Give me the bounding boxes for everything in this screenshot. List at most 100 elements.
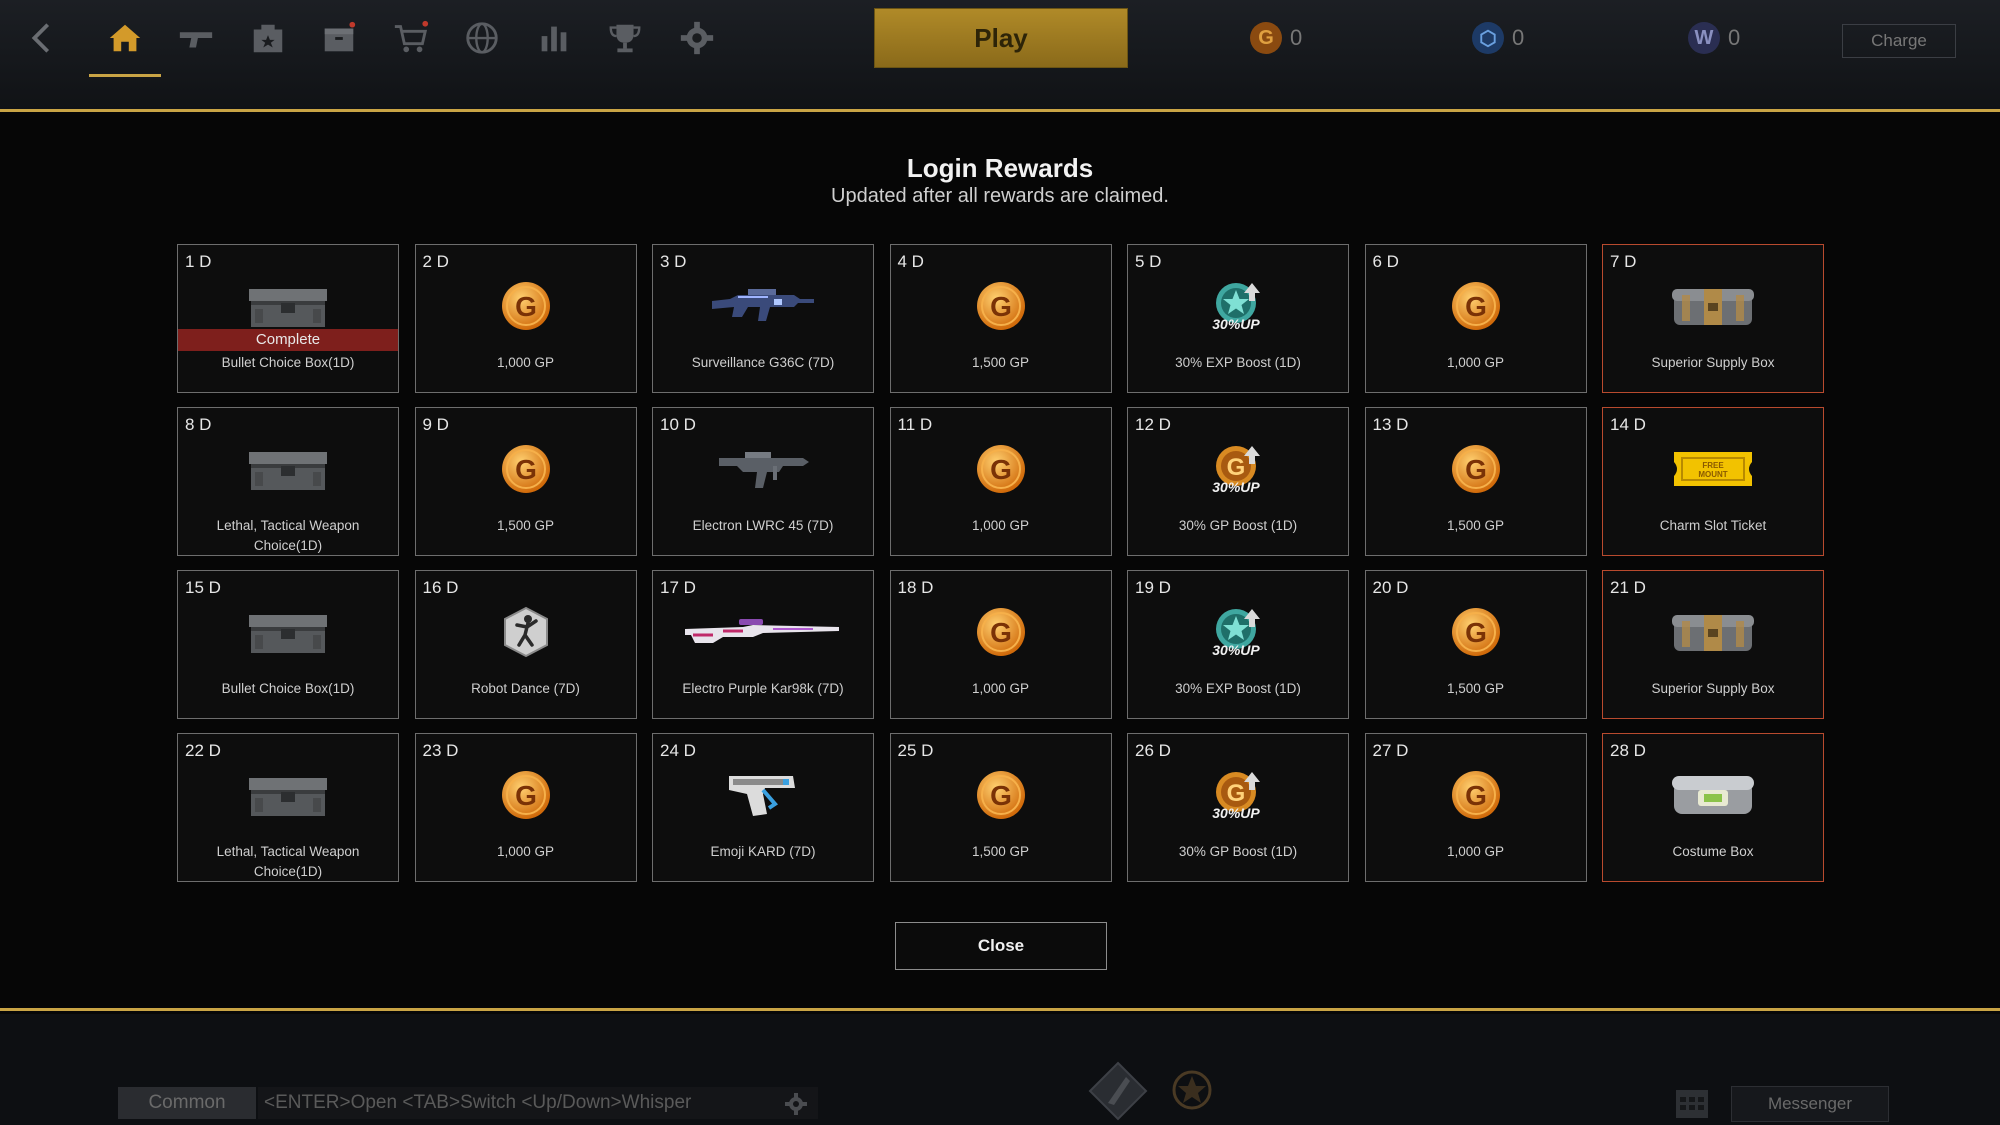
reward-card[interactable]: 26 D G 30%UP 30% GP Boost (1D) [1127,733,1349,882]
charge-button[interactable]: Charge [1842,24,1956,58]
chat-input[interactable]: <ENTER>Open <TAB>Switch <Up/Down>Whisper [258,1087,818,1119]
reward-label: Bullet Choice Box(1D) [221,355,355,370]
reward-label: Electron LWRC 45 (7D) [692,518,834,533]
reward-day: 20 D [1372,578,1409,597]
reward-card[interactable]: 3 D Surveillance G36C (7D) [652,244,874,393]
gp-coin-icon: G [416,279,636,333]
svg-text:G: G [515,780,537,811]
reward-day: 7 D [1610,252,1637,271]
gp-coin-icon: G [891,768,1111,822]
reward-card[interactable]: 5 D 30%UP 30% EXP Boost (1D) [1127,244,1349,393]
messenger-button[interactable]: Messenger [1731,1086,1889,1122]
reward-day: 26 D [1135,741,1171,760]
premium-currency-icon: ⬡ [1472,22,1504,54]
reward-card[interactable]: 15 D Bullet Choice Box(1D) [177,570,399,719]
clan-emblem-icon[interactable] [1086,1059,1150,1123]
reward-day: 4 D [897,252,924,271]
reward-label: Surveillance G36C (7D) [691,355,835,370]
reward-label: 30% GP Boost (1D) [1178,518,1298,533]
gp-coin-icon: G [416,768,636,822]
reward-card[interactable]: 7 D Superior Supply Box [1602,244,1824,393]
reward-card[interactable]: 21 D Superior Supply Box [1602,570,1824,719]
reward-card[interactable]: 23 D G 1,000 GP [414,733,637,882]
play-button[interactable]: Play [874,8,1128,68]
gp-coin-icon: G [416,442,636,496]
reward-day: 11 D [897,415,933,434]
inventory-icon[interactable] [315,14,363,62]
back-icon[interactable] [18,14,66,62]
w-currency: W 0 [1688,18,1740,58]
reward-day: 9 D [422,415,449,434]
reward-label: 1,500 GP [496,518,555,533]
reward-day: 25 D [897,741,934,760]
home-icon[interactable] [89,14,161,77]
reward-card[interactable]: 4 D G 1,500 GP [889,244,1112,393]
reward-label: Costume Box [1672,844,1754,859]
gear-icon[interactable] [673,14,721,62]
reward-label: 1,500 GP [971,355,1030,370]
reward-day: 15 D [185,578,221,597]
reward-card[interactable]: 18 D G 1,000 GP [889,570,1112,719]
trophy-icon[interactable] [601,14,649,62]
reward-card[interactable]: 11 D G 1,000 GP [889,407,1112,556]
pistol-icon [653,768,873,822]
reward-card[interactable]: 12 D G 30%UP 30% GP Boost (1D) [1127,407,1349,556]
chat-settings-icon[interactable] [784,1092,808,1116]
svg-text:MOUNT: MOUNT [1698,470,1727,479]
reward-label: 30% GP Boost (1D) [1178,844,1298,859]
reward-card[interactable]: 24 D Emoji KARD (7D) [652,733,874,882]
reward-card[interactable]: 6 D G 1,000 GP [1364,244,1587,393]
reward-card[interactable]: 2 D G 1,000 GP [414,244,637,393]
reward-card[interactable]: 25 D G 1,500 GP [889,733,1112,882]
reward-day: 22 D [185,741,221,760]
reward-day: 1 D [185,252,212,271]
reward-card[interactable]: 19 D 30%UP 30% EXP Boost (1D) [1127,570,1349,719]
supply-box-icon [1603,279,1823,333]
reward-card[interactable]: 17 D Electro Purple Kar98k (7D) [652,570,874,719]
bottom-bar: Common <ENTER>Open <TAB>Switch <Up/Down>… [0,1014,2000,1125]
calendar-icon[interactable] [1674,1086,1710,1120]
ticket-icon: FREE MOUNT [1603,442,1823,496]
login-rewards-modal: Login Rewards Updated after all rewards … [0,115,2000,1011]
costume-box-icon [1603,768,1823,822]
modal-title: Login Rewards [906,153,1094,183]
svg-text:G: G [990,291,1012,322]
supply-box-icon [1603,605,1823,659]
armory-icon[interactable] [244,14,292,62]
crate-icon [178,279,398,333]
reward-card[interactable]: 22 D Lethal, Tactical Weapon Choice(1D) [177,733,399,882]
svg-text:G: G [990,617,1012,648]
rank-emblem-icon[interactable] [1168,1066,1216,1114]
gp-currency: G 0 [1250,18,1302,58]
reward-day: 28 D [1610,741,1646,760]
w-balance: 0 [1728,25,1741,50]
exp-boost-icon: 30%UP [1128,605,1348,659]
crate-icon [178,768,398,822]
globe-icon[interactable] [458,14,506,62]
reward-label: Robot Dance (7D) [471,681,580,696]
weapon-icon[interactable] [172,14,220,62]
chat-channel-tab[interactable]: Common [118,1087,256,1119]
reward-card[interactable]: 14 D FREE MOUNT Charm Slot Ticket [1602,407,1824,556]
close-button[interactable]: Close [895,922,1107,970]
svg-text:G: G [515,291,537,322]
reward-card[interactable]: 8 D Lethal, Tactical Weapon Choice(1D) [177,407,399,556]
reward-grid: 1 D Complete Bullet Choice Box(1D) 2 D G 1,00… [177,244,1824,882]
reward-card[interactable]: 28 D Costume Box [1602,733,1824,882]
reward-card[interactable]: 16 D Robot Dance (7D) [414,570,637,719]
shop-icon[interactable] [387,14,435,62]
reward-card[interactable]: 9 D G 1,500 GP [414,407,637,556]
reward-day: 18 D [897,578,934,597]
reward-card[interactable]: 10 D Electron LWRC 45 (7D) [652,407,874,556]
reward-label: Superior Supply Box [1651,355,1775,370]
reward-day: 19 D [1135,578,1171,597]
reward-card[interactable]: 20 D G 1,500 GP [1364,570,1587,719]
stats-icon[interactable] [530,14,578,62]
svg-text:FREE: FREE [1702,461,1724,470]
reward-card[interactable]: 27 D G 1,000 GP [1364,733,1587,882]
premium-currency: ⬡ 0 [1472,18,1524,58]
reward-label: 1,000 GP [496,355,555,370]
gp-coin-icon: G [1366,442,1586,496]
reward-card[interactable]: 1 D Complete Bullet Choice Box(1D) [177,244,399,393]
reward-card[interactable]: 13 D G 1,500 GP [1364,407,1587,556]
